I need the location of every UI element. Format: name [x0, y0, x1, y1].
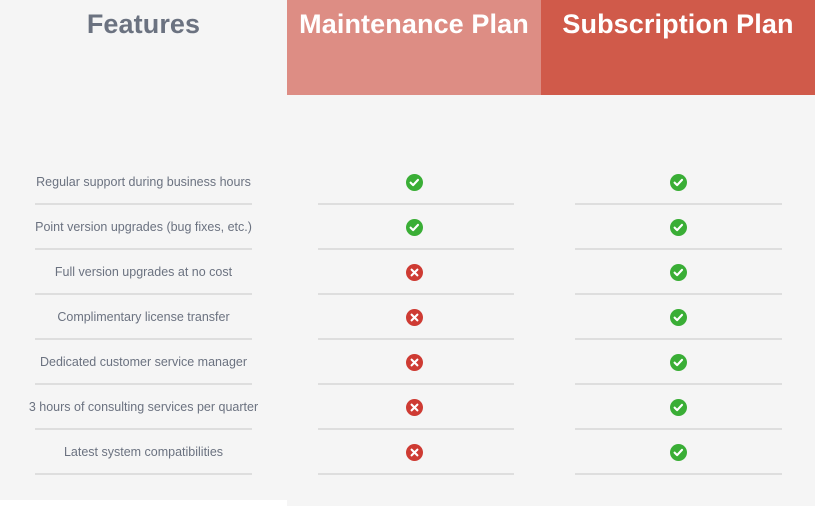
- subscription-plan-status: [541, 340, 815, 384]
- feature-name-cell: Regular support during business hours: [0, 160, 287, 205]
- row-divider: [318, 473, 514, 475]
- cross-circle-icon: [405, 308, 423, 326]
- subscription-plan-cell: [541, 205, 815, 250]
- check-circle-icon: [669, 353, 687, 371]
- table-row: Dedicated customer service manager: [0, 340, 815, 385]
- subscription-plan-status: [541, 205, 815, 249]
- feature-name-cell: 3 hours of consulting services per quart…: [0, 385, 287, 430]
- subscription-plan-cell: [541, 340, 815, 385]
- cross-circle-icon: [405, 443, 423, 461]
- maintenance-plan-cell: [287, 385, 541, 430]
- maintenance-plan-column-header[interactable]: Maintenance Plan: [287, 0, 541, 95]
- feature-name-cell: Full version upgrades at no cost: [0, 250, 287, 295]
- check-circle-icon: [669, 308, 687, 326]
- table-header-row: Features Maintenance Plan Subscription P…: [0, 0, 815, 95]
- feature-label: Full version upgrades at no cost: [54, 265, 233, 279]
- check-circle-icon: [669, 443, 687, 461]
- table-row: Latest system compatibilities: [0, 430, 815, 475]
- feature-name-cell: Latest system compatibilities: [0, 430, 287, 475]
- feature-label: 3 hours of consulting services per quart…: [28, 400, 259, 414]
- table-row: Full version upgrades at no cost: [0, 250, 815, 295]
- check-circle-icon: [669, 173, 687, 191]
- features-header-label: Features: [86, 9, 201, 39]
- table-row: Complimentary license transfer: [0, 295, 815, 340]
- subscription-plan-status: [541, 385, 815, 429]
- maintenance-plan-status: [287, 205, 541, 249]
- maintenance-plan-status: [287, 340, 541, 384]
- maintenance-plan-cell: [287, 430, 541, 475]
- table-row: Regular support during business hours: [0, 160, 815, 205]
- cross-circle-icon: [405, 263, 423, 281]
- feature-label: Point version upgrades (bug fixes, etc.): [35, 220, 252, 234]
- subscription-plan-cell: [541, 250, 815, 295]
- maintenance-plan-cell: [287, 205, 541, 250]
- feature-label: Dedicated customer service manager: [39, 355, 248, 369]
- maintenance-plan-status: [287, 160, 541, 204]
- feature-label: Latest system compatibilities: [63, 445, 224, 459]
- cross-circle-icon: [405, 353, 423, 371]
- check-circle-icon: [405, 173, 423, 191]
- subscription-plan-cell: [541, 160, 815, 205]
- table-row: 3 hours of consulting services per quart…: [0, 385, 815, 430]
- table-row: Point version upgrades (bug fixes, etc.): [0, 205, 815, 250]
- feature-name-cell: Dedicated customer service manager: [0, 340, 287, 385]
- maintenance-plan-status: [287, 250, 541, 294]
- maintenance-plan-cell: [287, 160, 541, 205]
- check-circle-icon: [669, 263, 687, 281]
- feature-name-cell: Complimentary license transfer: [0, 295, 287, 340]
- subscription-plan-status: [541, 250, 815, 294]
- check-circle-icon: [405, 218, 423, 236]
- maintenance-plan-cell: [287, 250, 541, 295]
- maintenance-plan-cell: [287, 340, 541, 385]
- pricing-comparison-table: Features Maintenance Plan Subscription P…: [0, 0, 815, 506]
- maintenance-plan-status: [287, 430, 541, 474]
- features-column-header: Features: [0, 0, 287, 95]
- check-circle-icon: [669, 218, 687, 236]
- subscription-plan-status: [541, 160, 815, 204]
- cross-circle-icon: [405, 398, 423, 416]
- row-divider: [35, 473, 252, 475]
- feature-label: Regular support during business hours: [36, 175, 251, 189]
- feature-name-cell: Point version upgrades (bug fixes, etc.): [0, 205, 287, 250]
- subscription-plan-cell: [541, 385, 815, 430]
- subscription-plan-cell: [541, 430, 815, 475]
- maintenance-plan-cell: [287, 295, 541, 340]
- feature-label: Complimentary license transfer: [57, 310, 230, 324]
- subscription-plan-column-header[interactable]: Subscription Plan: [541, 0, 815, 95]
- subscription-plan-status: [541, 295, 815, 339]
- subscription-plan-status: [541, 430, 815, 474]
- subscription-plan-header-label: Subscription Plan: [562, 9, 794, 39]
- subscription-plan-cell: [541, 295, 815, 340]
- row-divider: [575, 473, 782, 475]
- check-circle-icon: [669, 398, 687, 416]
- maintenance-plan-header-label: Maintenance Plan: [299, 9, 529, 39]
- maintenance-plan-status: [287, 295, 541, 339]
- table-body: Regular support during business hours Poi…: [0, 160, 815, 475]
- maintenance-plan-status: [287, 385, 541, 429]
